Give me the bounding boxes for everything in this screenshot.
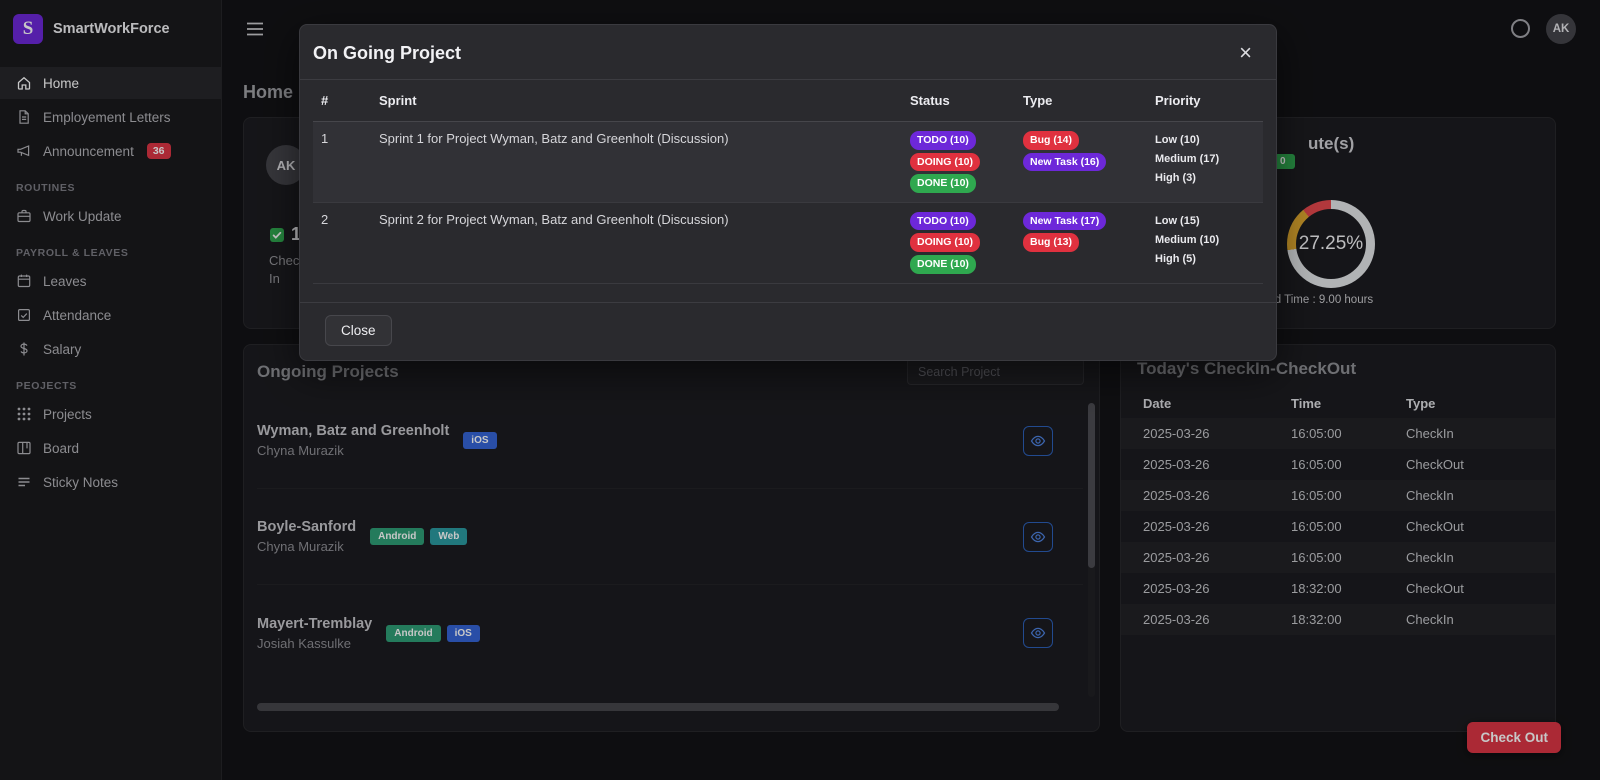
priority-line: High (3) [1155, 169, 1255, 188]
sprint-name: Sprint 2 for Project Wyman, Batz and Gre… [371, 202, 902, 283]
sprint-priority-cell: Low (15)Medium (10)High (5) [1147, 202, 1263, 283]
ongoing-project-modal: On Going Project × # Sprint Status Type … [299, 24, 1277, 361]
col-priority: Priority [1147, 80, 1263, 122]
sprint-priority-cell: Low (10)Medium (17)High (3) [1147, 122, 1263, 203]
badge-done-10: DONE (10) [910, 255, 976, 274]
sprint-table-body: 1 Sprint 1 for Project Wyman, Batz and G… [313, 122, 1263, 284]
sprint-type-cell: New Task (17) Bug (13) [1015, 202, 1147, 283]
sprint-table: # Sprint Status Type Priority 1 Sprint 1… [313, 80, 1263, 284]
sprint-name: Sprint 1 for Project Wyman, Batz and Gre… [371, 122, 902, 203]
badge-todo-10: TODO (10) [910, 131, 976, 150]
priority-line: High (5) [1155, 250, 1255, 269]
modal-close-icon[interactable]: × [1239, 42, 1252, 64]
priority-line: Low (15) [1155, 212, 1255, 231]
priority-line: Medium (17) [1155, 150, 1255, 169]
sprint-type-cell: Bug (14) New Task (16) [1015, 122, 1147, 203]
sprint-row: 1 Sprint 1 for Project Wyman, Batz and G… [313, 122, 1263, 203]
sprint-status-cell: TODO (10) DOING (10) DONE (10) [902, 122, 1015, 203]
badge-bug-14: Bug (14) [1023, 131, 1079, 150]
sprint-index: 1 [313, 122, 371, 203]
modal-title: On Going Project [313, 43, 461, 64]
col-status: Status [902, 80, 1015, 122]
modal-footer: Close [300, 302, 1276, 360]
priority-line: Medium (10) [1155, 231, 1255, 250]
badge-new-task-17: New Task (17) [1023, 212, 1106, 231]
modal-body: # Sprint Status Type Priority 1 Sprint 1… [300, 80, 1276, 284]
col-index: # [313, 80, 371, 122]
badge-bug-13: Bug (13) [1023, 233, 1079, 252]
badge-doing-10: DOING (10) [910, 153, 980, 172]
col-task-type: Type [1015, 80, 1147, 122]
modal-header: On Going Project × [300, 25, 1276, 80]
sprint-row: 2 Sprint 2 for Project Wyman, Batz and G… [313, 202, 1263, 283]
sprint-header-row: # Sprint Status Type Priority [313, 80, 1263, 122]
badge-todo-10: TODO (10) [910, 212, 976, 231]
badge-doing-10: DOING (10) [910, 233, 980, 252]
sprint-index: 2 [313, 202, 371, 283]
badge-new-task-16: New Task (16) [1023, 153, 1106, 172]
badge-done-10: DONE (10) [910, 174, 976, 193]
sprint-status-cell: TODO (10) DOING (10) DONE (10) [902, 202, 1015, 283]
priority-line: Low (10) [1155, 131, 1255, 150]
col-sprint: Sprint [371, 80, 902, 122]
modal-close-button[interactable]: Close [325, 315, 392, 346]
